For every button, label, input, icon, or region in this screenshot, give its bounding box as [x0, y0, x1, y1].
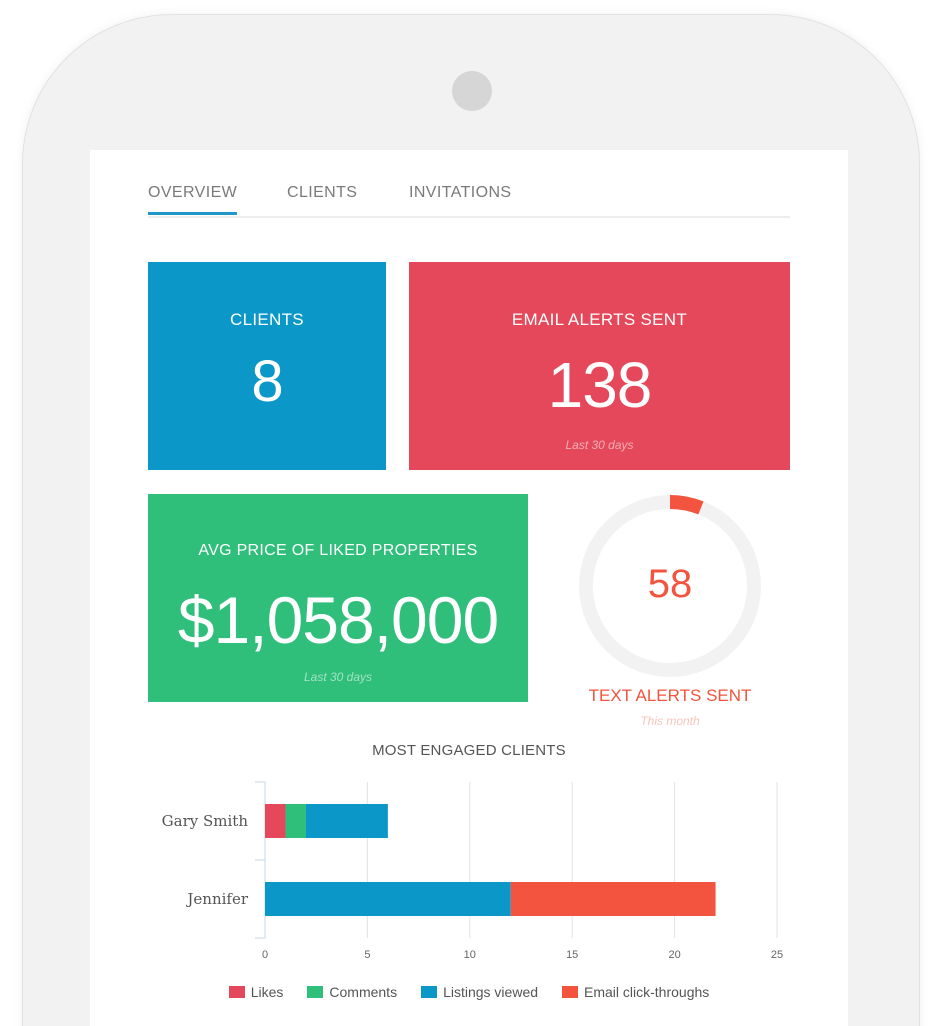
legend-swatch	[562, 986, 579, 998]
app-screen: OVERVIEW CLIENTS INVITATIONS CLIENTS 8 E…	[90, 150, 848, 1026]
bar-segment	[305, 804, 388, 838]
email-alerts-count: 138	[547, 349, 653, 421]
category-label: Jennifer	[185, 890, 248, 908]
clients-card-label: CLIENTS	[230, 310, 304, 329]
legend-item[interactable]: Email click-throughs	[562, 984, 709, 1000]
avg-price-label: AVG PRICE OF LIKED PROPERTIES	[198, 542, 478, 559]
clients-count: 8	[251, 349, 283, 414]
tab-clients[interactable]: CLIENTS	[287, 184, 357, 202]
email-alerts-label: EMAIL ALERTS SENT	[511, 310, 688, 329]
tab-invitations[interactable]: INVITATIONS	[409, 184, 511, 202]
category-label: Gary Smith	[162, 812, 249, 830]
legend-label: Listings viewed	[443, 984, 539, 1000]
legend-item[interactable]: Comments	[307, 984, 397, 1000]
bar-segment	[265, 882, 511, 916]
x-tick-label: 25	[771, 949, 783, 961]
chart-title: MOST ENGAGED CLIENTS	[372, 742, 566, 759]
x-tick-label: 20	[668, 949, 680, 961]
legend-item[interactable]: Likes	[228, 984, 284, 1000]
text-alerts-period: This month	[640, 714, 700, 728]
avg-price-card[interactable]: AVG PRICE OF LIKED PROPERTIES $1,058,000…	[148, 494, 528, 702]
legend-label: Comments	[329, 984, 398, 1000]
text-alerts-title: TEXT ALERTS SENT	[588, 686, 752, 705]
bar-segment	[510, 882, 716, 916]
legend-label: Email click-throughs	[584, 984, 710, 1000]
x-tick-label: 0	[262, 949, 268, 961]
clients-card[interactable]: CLIENTS 8	[148, 262, 386, 470]
phone-camera	[452, 71, 492, 111]
avg-price-value: $1,058,000	[177, 583, 499, 657]
legend-swatch	[228, 986, 245, 998]
bar-segment	[265, 804, 286, 838]
chart-legend: Likes Comments Listings viewed Email click-…	[90, 984, 848, 1000]
x-tick-label: 15	[566, 949, 578, 961]
legend-label: Likes	[250, 984, 284, 1000]
tab-overview[interactable]: OVERVIEW	[148, 184, 238, 215]
legend-swatch	[307, 986, 324, 998]
avg-price-period: Last 30 days	[303, 670, 373, 684]
legend-swatch	[421, 986, 438, 998]
text-alerts-gauge[interactable]: 58	[566, 484, 774, 714]
email-alerts-period: Last 30 days	[565, 438, 634, 452]
tab-bar: OVERVIEW CLIENTS INVITATIONS	[148, 150, 790, 218]
bar-segment	[285, 804, 306, 838]
text-alerts-count: 58	[647, 562, 693, 606]
email-alerts-card[interactable]: EMAIL ALERTS SENT 138 Last 30 days	[409, 262, 790, 470]
x-tick-label: 10	[464, 949, 476, 961]
x-tick-label: 5	[364, 949, 370, 961]
legend-item[interactable]: Listings viewed	[421, 984, 538, 1000]
